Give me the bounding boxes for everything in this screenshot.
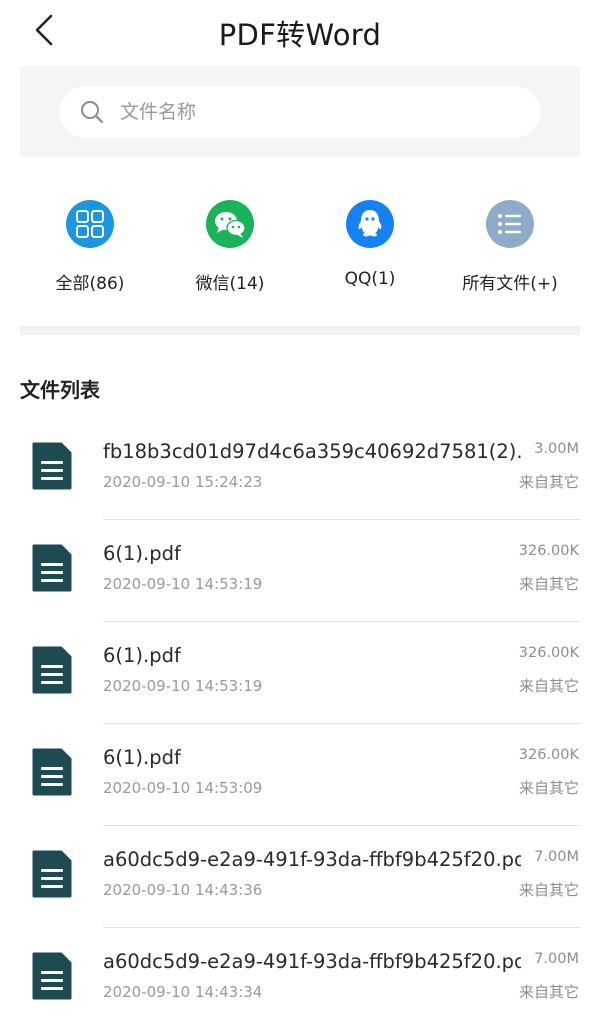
file-date: 2020-09-10 14:43:34 — [103, 983, 263, 1001]
file-source: 来自其它 — [518, 677, 579, 695]
file-name: fb18b3cd01d97d4c6a359c40692d7581(2).pdf — [103, 440, 521, 463]
file-size: 7.00M — [534, 849, 579, 865]
file-source: 来自其它 — [518, 983, 579, 1001]
grid-icon — [66, 200, 114, 248]
wechat-icon — [206, 200, 254, 248]
search-panel — [20, 66, 580, 157]
category-label: QQ(1) — [344, 269, 396, 289]
section-divider — [20, 326, 580, 335]
header-bar: PDF转Word — [0, 0, 600, 62]
category-qq[interactable]: QQ(1) — [300, 200, 440, 289]
file-name: a60dc5d9-e2a9-491f-93da-ffbf9b425f20.pdf — [103, 848, 521, 871]
document-icon — [32, 646, 72, 694]
category-bar: 全部(86) 微信(14) QQ(1) 所有文件(+) — [20, 200, 580, 300]
file-list: fb18b3cd01d97d4c6a359c40692d7581(2).pdf … — [0, 418, 600, 1022]
document-icon — [32, 952, 72, 1000]
file-item[interactable]: 6(1).pdf 2020-09-10 14:53:19 326.00K 来自其… — [0, 622, 600, 724]
file-size: 7.00M — [534, 951, 579, 967]
file-item[interactable]: a60dc5d9-e2a9-491f-93da-ffbf9b425f20.pdf… — [0, 928, 600, 1022]
file-item[interactable]: fb18b3cd01d97d4c6a359c40692d7581(2).pdf … — [0, 418, 600, 520]
file-name: a60dc5d9-e2a9-491f-93da-ffbf9b425f20.pdf — [103, 950, 521, 973]
file-date: 2020-09-10 14:53:19 — [103, 677, 263, 695]
search-box[interactable] — [60, 86, 540, 138]
section-title: 文件列表 — [20, 378, 100, 402]
file-name: 6(1).pdf — [103, 644, 181, 667]
file-date: 2020-09-10 14:53:19 — [103, 575, 263, 593]
category-wechat[interactable]: 微信(14) — [160, 200, 300, 294]
file-source: 来自其它 — [518, 881, 579, 899]
file-item[interactable]: 6(1).pdf 2020-09-10 14:53:19 326.00K 来自其… — [0, 520, 600, 622]
file-source: 来自其它 — [518, 473, 579, 491]
file-source: 来自其它 — [518, 575, 579, 593]
file-size: 326.00K — [518, 645, 579, 661]
search-input[interactable] — [120, 101, 520, 123]
document-icon — [32, 850, 72, 898]
file-size: 326.00K — [518, 543, 579, 559]
category-label: 所有文件(+) — [462, 274, 558, 294]
document-icon — [32, 748, 72, 796]
document-icon — [32, 544, 72, 592]
qq-icon — [346, 200, 394, 248]
file-item[interactable]: 6(1).pdf 2020-09-10 14:53:09 326.00K 来自其… — [0, 724, 600, 826]
category-label: 微信(14) — [195, 274, 265, 294]
category-all[interactable]: 全部(86) — [20, 200, 160, 294]
list-icon — [486, 200, 534, 248]
file-size: 3.00M — [534, 441, 579, 457]
file-size: 326.00K — [518, 747, 579, 763]
file-source: 来自其它 — [518, 779, 579, 797]
category-all-files[interactable]: 所有文件(+) — [440, 200, 580, 294]
file-name: 6(1).pdf — [103, 542, 181, 565]
file-date: 2020-09-10 15:24:23 — [103, 473, 263, 491]
category-label: 全部(86) — [55, 274, 125, 294]
file-date: 2020-09-10 14:43:36 — [103, 881, 263, 899]
search-icon — [78, 98, 106, 126]
file-date: 2020-09-10 14:53:09 — [103, 779, 263, 797]
file-name: 6(1).pdf — [103, 746, 181, 769]
document-icon — [32, 442, 72, 490]
page-title: PDF转Word — [218, 18, 382, 52]
file-item[interactable]: a60dc5d9-e2a9-491f-93da-ffbf9b425f20.pdf… — [0, 826, 600, 928]
